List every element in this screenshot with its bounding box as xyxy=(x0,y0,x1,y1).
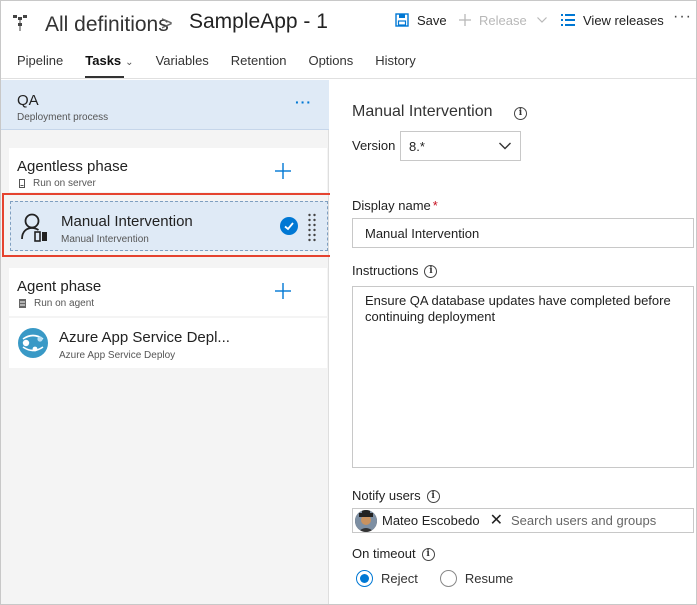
phase-title: Agent phase xyxy=(17,278,102,295)
tab-pipeline[interactable]: Pipeline xyxy=(17,53,63,78)
agentless-phase-card[interactable]: Agentless phase Run on server xyxy=(9,148,327,192)
resume-radio[interactable] xyxy=(439,570,457,587)
notify-users-picker[interactable]: Mateo Escobedo ✕ Search users and groups xyxy=(352,508,694,533)
remove-user-button[interactable]: ✕ xyxy=(490,512,503,528)
info-icon[interactable]: i xyxy=(424,265,438,279)
reject-radio-label[interactable]: Reject xyxy=(381,571,418,586)
plus-icon xyxy=(459,14,471,26)
chevron-down-icon xyxy=(498,138,512,157)
enabled-check-icon[interactable] xyxy=(280,217,298,235)
agent-icon xyxy=(19,299,26,308)
chevron-down-icon xyxy=(536,17,547,23)
breadcrumb-separator: > xyxy=(161,13,173,35)
definition-title[interactable]: SampleApp - 1 xyxy=(189,10,328,34)
task-subtitle: Azure App Service Deploy xyxy=(59,350,176,361)
task-manual-intervention[interactable]: Manual Intervention Manual Intervention xyxy=(10,201,328,251)
on-timeout-label: On timeout i xyxy=(352,546,435,562)
task-name: Azure App Service Depl... xyxy=(59,329,230,346)
reject-radio[interactable] xyxy=(356,570,373,587)
add-task-button[interactable] xyxy=(275,282,291,302)
server-icon xyxy=(19,179,25,188)
selected-user-name: Mateo Escobedo xyxy=(382,513,480,528)
drag-handle-icon[interactable] xyxy=(307,213,317,243)
header: All definitions > SampleApp - 1 Save Rel… xyxy=(1,1,696,79)
phase-title: Agentless phase xyxy=(17,158,128,175)
selected-task-highlight: Manual Intervention Manual Intervention xyxy=(2,193,334,257)
chevron-down-icon: ⌄ xyxy=(125,57,134,68)
on-timeout-label-text: On timeout xyxy=(352,546,416,561)
breadcrumb-all-definitions[interactable]: All definitions xyxy=(45,13,169,37)
release-button[interactable]: Release xyxy=(459,11,547,29)
azure-app-service-icon xyxy=(18,328,48,358)
stage-title: QA xyxy=(17,92,39,109)
app-window: All definitions > SampleApp - 1 Save Rel… xyxy=(0,0,697,605)
tab-retention[interactable]: Retention xyxy=(231,53,287,78)
details-title: Manual Intervention xyxy=(352,103,493,120)
notify-users-label: Notify users i xyxy=(352,488,440,504)
instructions-textarea[interactable]: Ensure QA database updates have complete… xyxy=(352,286,694,468)
tab-variables[interactable]: Variables xyxy=(156,53,209,78)
info-icon[interactable]: i xyxy=(421,548,435,562)
task-name: Manual Intervention xyxy=(61,213,193,230)
task-details-panel: Manual Intervention i Version 8.* Displa… xyxy=(330,80,696,604)
task-subtitle: Manual Intervention xyxy=(61,234,149,245)
add-task-button[interactable] xyxy=(275,162,291,182)
stage-more-button[interactable]: ··· xyxy=(295,94,312,110)
version-value: 8.* xyxy=(409,139,425,154)
tab-history[interactable]: History xyxy=(375,53,415,78)
release-pipeline-icon xyxy=(13,15,27,31)
task-list-panel: QA Deployment process ··· Agentless phas… xyxy=(1,80,334,604)
task-azure-app-service-deploy[interactable]: Azure App Service Depl... Azure App Serv… xyxy=(9,318,327,368)
instructions-label-text: Instructions xyxy=(352,263,419,278)
stage-header[interactable]: QA Deployment process ··· xyxy=(1,80,329,130)
required-marker: * xyxy=(432,198,438,213)
tab-bar: Pipeline Tasks ⌄ Variables Retention Opti… xyxy=(17,53,438,78)
user-search-input[interactable]: Search users and groups xyxy=(511,513,656,528)
info-icon[interactable]: i xyxy=(514,107,527,120)
display-name-label: Display name * xyxy=(352,198,438,213)
display-name-input[interactable]: Manual Intervention xyxy=(352,218,694,248)
phase-subtitle-text: Run on agent xyxy=(34,298,95,309)
timeout-radio-group: Reject Resume xyxy=(356,570,535,587)
view-releases-button[interactable]: View releases xyxy=(561,11,664,29)
version-dropdown[interactable]: 8.* xyxy=(400,131,521,161)
tab-tasks[interactable]: Tasks ⌄ xyxy=(85,53,134,78)
plus-icon xyxy=(275,283,291,299)
phase-subtitle: Run on server xyxy=(19,178,96,189)
save-label: Save xyxy=(417,12,447,28)
more-actions-button[interactable]: ··· xyxy=(673,8,692,26)
release-label: Release xyxy=(479,12,527,28)
resume-radio-label[interactable]: Resume xyxy=(465,571,513,586)
save-icon xyxy=(395,13,409,27)
stage-subtitle: Deployment process xyxy=(17,112,109,123)
view-releases-label: View releases xyxy=(583,12,664,28)
notify-users-label-text: Notify users xyxy=(352,488,421,503)
tab-tasks-label: Tasks xyxy=(85,53,122,68)
avatar xyxy=(355,509,377,532)
version-label: Version xyxy=(352,138,396,153)
info-icon[interactable]: i xyxy=(426,490,440,504)
display-name-label-text: Display name xyxy=(352,198,431,213)
save-button[interactable]: Save xyxy=(395,11,447,29)
phase-subtitle-text: Run on server xyxy=(33,178,96,189)
phase-subtitle: Run on agent xyxy=(19,298,94,309)
list-icon xyxy=(561,14,575,26)
plus-icon xyxy=(275,163,291,179)
manual-intervention-icon xyxy=(21,213,47,242)
instructions-label: Instructions i xyxy=(352,263,438,279)
tab-options[interactable]: Options xyxy=(308,53,353,78)
agent-phase-card[interactable]: Agent phase Run on agent xyxy=(9,268,327,316)
